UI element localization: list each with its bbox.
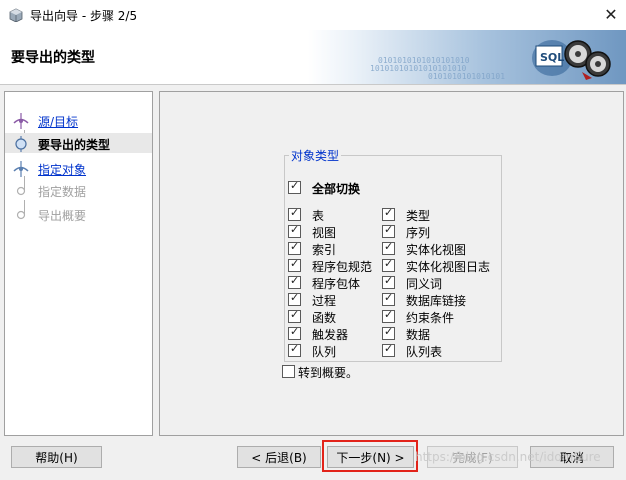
checkbox-box[interactable] bbox=[382, 308, 395, 323]
checkbox-box[interactable] bbox=[382, 274, 395, 289]
checkbox-box[interactable] bbox=[288, 240, 301, 255]
checkbox-label[interactable]: 数据库链接 bbox=[406, 292, 466, 309]
checkbox-box[interactable] bbox=[288, 342, 301, 357]
checkbox-label[interactable]: 实体化视图日志 bbox=[406, 258, 490, 275]
sql-label: SQL bbox=[540, 51, 564, 64]
checkbox-label[interactable]: 触发器 bbox=[312, 326, 348, 343]
step-label: 导出概要 bbox=[38, 209, 87, 223]
step-export-summary: 导出概要 bbox=[5, 204, 152, 224]
checkbox-box[interactable] bbox=[288, 291, 301, 306]
checkbox-label[interactable]: 视图 bbox=[312, 224, 336, 241]
step-label[interactable]: 指定对象 bbox=[38, 161, 86, 178]
close-icon: ✕ bbox=[604, 5, 618, 24]
next-step-icon bbox=[13, 161, 29, 177]
checkbox-label[interactable]: 索引 bbox=[312, 241, 336, 258]
window-title: 导出向导 - 步骤 2/5 bbox=[30, 9, 138, 23]
close-button[interactable]: ✕ bbox=[596, 0, 626, 30]
checkbox-box[interactable] bbox=[288, 274, 301, 289]
checkbox-box[interactable] bbox=[288, 308, 301, 323]
help-button[interactable]: 帮助(H) bbox=[11, 446, 102, 468]
checkbox-box[interactable] bbox=[382, 291, 395, 306]
database-export-icon: SQL bbox=[532, 40, 611, 80]
checkbox-label[interactable]: 数据 bbox=[406, 326, 430, 343]
disabled-step-icon bbox=[16, 210, 26, 220]
title-bar: 导出向导 - 步骤 2/5 ✕ bbox=[0, 0, 626, 31]
step-specify-objects[interactable]: 指定对象 bbox=[5, 158, 152, 178]
checkbox-label[interactable]: 队列 bbox=[312, 343, 336, 360]
step-label[interactable]: 源/目标 bbox=[38, 113, 78, 130]
checkbox-box[interactable] bbox=[288, 206, 301, 221]
binary-text: 0101010101010101 bbox=[428, 72, 506, 81]
checkbox-box[interactable] bbox=[282, 365, 295, 378]
next-button-highlight bbox=[322, 440, 418, 472]
watermark: https://blog.csdn.net/idomSure bbox=[415, 450, 601, 464]
checkbox-box[interactable] bbox=[382, 240, 395, 255]
page-title: 要导出的类型 bbox=[11, 50, 95, 66]
checkbox-label[interactable]: 队列表 bbox=[406, 343, 442, 360]
checkbox-box[interactable] bbox=[382, 342, 395, 357]
checkbox-box[interactable] bbox=[382, 325, 395, 340]
checkbox-label[interactable]: 约束条件 bbox=[406, 309, 454, 326]
checkbox-label[interactable]: 实体化视图 bbox=[406, 241, 466, 258]
checkbox-label[interactable]: 同义词 bbox=[406, 275, 442, 292]
checkbox-label[interactable]: 过程 bbox=[312, 292, 336, 309]
checkbox-label[interactable]: 函数 bbox=[312, 309, 336, 326]
step-label: 指定数据 bbox=[38, 185, 87, 199]
checkbox-label[interactable]: 表 bbox=[312, 207, 324, 224]
current-step-icon bbox=[15, 136, 27, 152]
group-legend: 对象类型 bbox=[289, 147, 342, 164]
steps-panel: 源/目标 要导出的类型 指定对象 指定数据 导出概要 bbox=[4, 91, 153, 436]
checkbox-box[interactable] bbox=[288, 325, 301, 340]
checkbox-box[interactable] bbox=[382, 223, 395, 238]
step-source-target[interactable]: 源/目标 bbox=[5, 110, 152, 130]
checkbox-box[interactable] bbox=[382, 257, 395, 272]
content-panel: 对象类型 全部切换 表 视图 索引 程序包规范 程序包体 过程 函数 触发器 队… bbox=[159, 91, 624, 436]
banner-art: 0101010101010101010 10101010101010101010… bbox=[308, 30, 626, 84]
checkbox-label[interactable]: 序列 bbox=[406, 224, 430, 241]
checkbox-label[interactable]: 全部切换 bbox=[312, 180, 360, 197]
disabled-step-icon bbox=[16, 186, 26, 196]
banner: 要导出的类型 0101010101010101010 1010101010101… bbox=[0, 30, 626, 85]
checkbox-box[interactable] bbox=[288, 179, 301, 194]
checkbox-box[interactable] bbox=[382, 206, 395, 221]
checkbox-label[interactable]: 转到概要。 bbox=[298, 364, 358, 381]
object-types-group: 对象类型 全部切换 表 视图 索引 程序包规范 程序包体 过程 函数 触发器 队… bbox=[284, 147, 502, 362]
step-label: 要导出的类型 bbox=[38, 138, 111, 152]
step-specify-data: 指定数据 bbox=[5, 180, 152, 200]
checkbox-box[interactable] bbox=[288, 257, 301, 272]
checkbox-label[interactable]: 程序包体 bbox=[312, 275, 360, 292]
completed-step-icon bbox=[13, 113, 29, 129]
back-button[interactable]: < 后退(B) bbox=[237, 446, 321, 468]
step-types-to-export[interactable]: 要导出的类型 bbox=[5, 133, 152, 153]
app-icon bbox=[9, 8, 23, 22]
checkbox-label[interactable]: 程序包规范 bbox=[312, 258, 372, 275]
checkbox-label[interactable]: 类型 bbox=[406, 207, 430, 224]
checkbox-box[interactable] bbox=[288, 223, 301, 238]
